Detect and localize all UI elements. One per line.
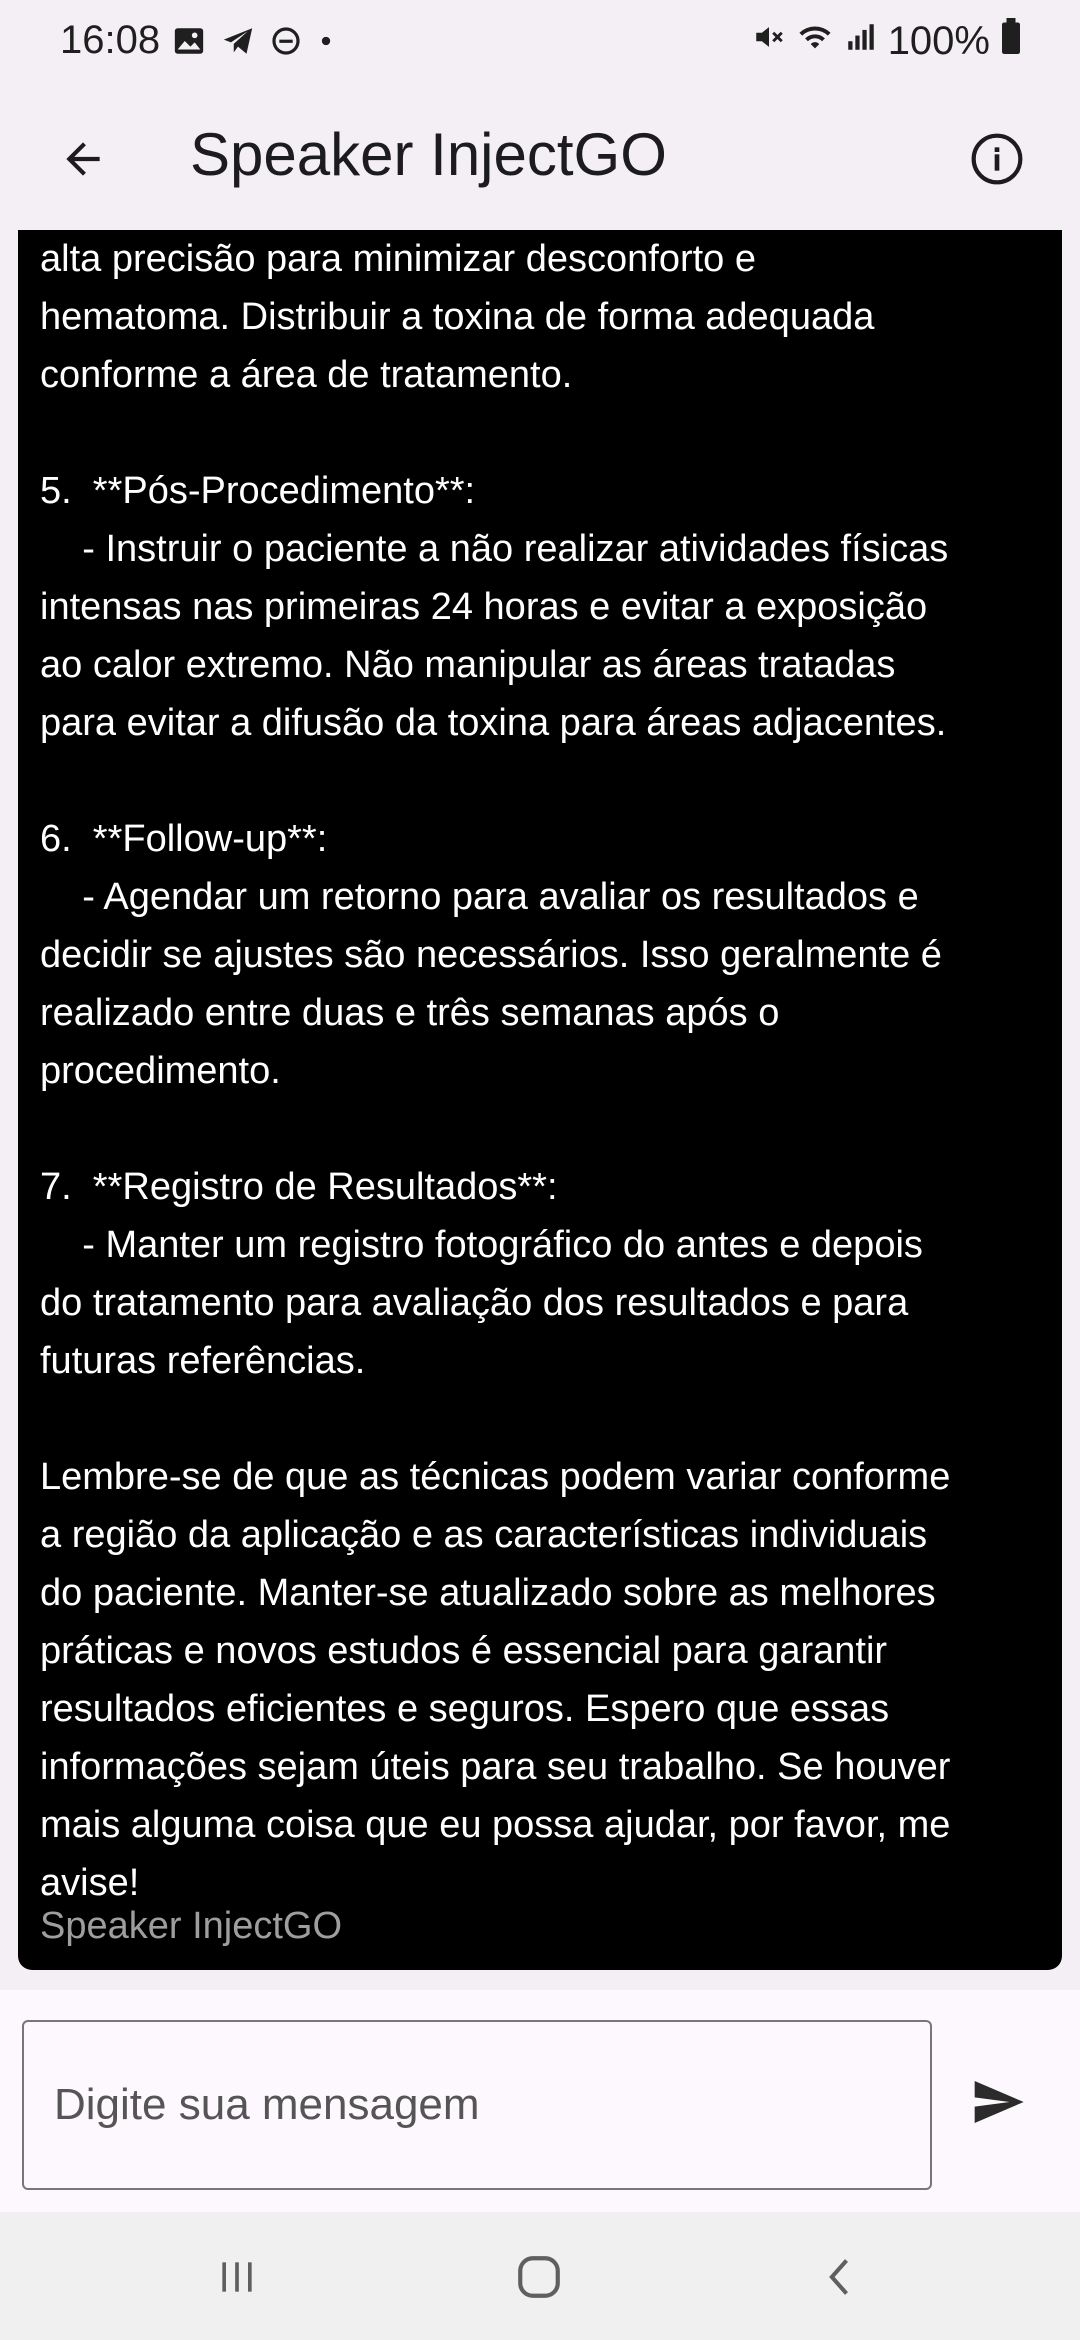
chat-message-bubble: alta precisão para minimizar desconforto… xyxy=(18,230,1062,1970)
recents-button[interactable] xyxy=(192,2242,282,2312)
send-icon xyxy=(974,2081,1024,2123)
image-icon xyxy=(172,24,206,63)
status-bar: 16:08 100% xyxy=(0,0,1080,88)
info-icon xyxy=(971,133,1023,185)
telegram-icon xyxy=(220,24,256,63)
message-composer xyxy=(0,1990,1080,2212)
battery-icon xyxy=(1000,18,1022,64)
home-button[interactable] xyxy=(494,2242,584,2312)
arrow-back-icon xyxy=(66,142,100,176)
send-button[interactable] xyxy=(958,2062,1038,2142)
chat-screen: 16:08 100% Speaker InjectGO alta precisã… xyxy=(0,0,1080,2340)
app-bar: Speaker InjectGO xyxy=(0,88,1080,230)
back-nav-button[interactable] xyxy=(796,2242,886,2312)
info-button[interactable] xyxy=(954,116,1040,202)
signal-icon xyxy=(844,19,878,64)
battery-label: 100% xyxy=(887,18,990,63)
back-button[interactable] xyxy=(40,116,126,202)
dot-icon xyxy=(316,31,336,56)
dnd-icon xyxy=(270,25,302,62)
status-left-icons xyxy=(172,24,336,63)
system-nav-bar xyxy=(0,2212,1080,2340)
home-icon xyxy=(518,2256,560,2298)
message-input[interactable] xyxy=(22,2020,932,2190)
wifi-icon xyxy=(796,19,834,64)
message-text: alta precisão para minimizar desconforto… xyxy=(40,238,951,1904)
status-right-icons: 100% xyxy=(752,18,1022,64)
page-title: Speaker InjectGO xyxy=(190,121,667,188)
back-nav-icon xyxy=(829,2259,849,2295)
status-time: 16:08 xyxy=(60,18,161,62)
mute-icon xyxy=(752,19,786,64)
recents-icon xyxy=(222,2262,252,2292)
message-sender: Speaker InjectGO xyxy=(40,1905,343,1947)
